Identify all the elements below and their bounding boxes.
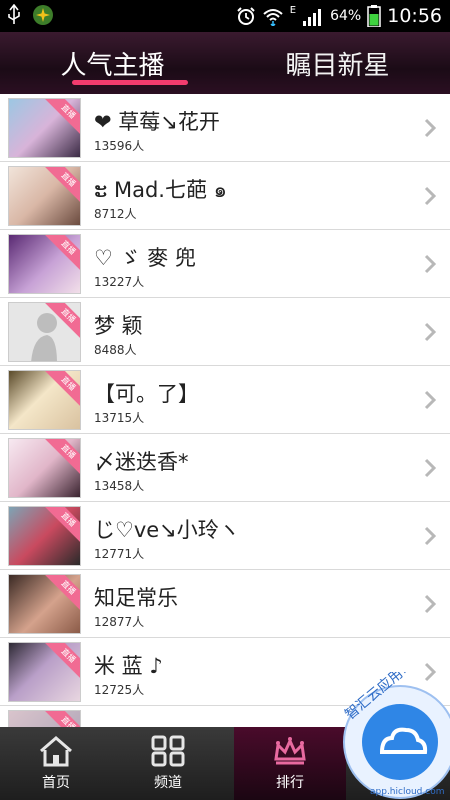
host-name: ❤ 草莓↘花开 [94, 110, 220, 134]
chevron-right-icon [424, 254, 437, 274]
active-tab-indicator [72, 80, 188, 85]
chevron-right-icon [424, 322, 437, 342]
status-bar: E 64% 10:56 [0, 0, 450, 32]
host-name: 〆迷迭香* [94, 450, 189, 474]
avatar: 直播 [8, 506, 81, 566]
viewer-count: 8712人 [94, 207, 137, 221]
nav-home-label: 首页 [42, 775, 70, 791]
viewer-count: 12725人 [94, 683, 145, 697]
grid-icon [151, 735, 185, 767]
wifi-icon [263, 9, 283, 26]
signal-icon [303, 9, 322, 26]
alarm-icon [237, 7, 255, 25]
chevron-right-icon [424, 186, 437, 206]
avatar: 直播 [8, 710, 81, 727]
home-icon [40, 736, 72, 767]
clock: 10:56 [387, 5, 442, 27]
list-item[interactable]: 直播 ະ Mad.七葩 ๑ 8712人 [0, 162, 450, 230]
chevron-right-icon [424, 526, 437, 546]
nav-home[interactable]: 首页 [0, 727, 112, 800]
svg-text:app.hicloud.com: app.hicloud.com [370, 787, 444, 797]
watermark-badge: 智汇云应用市场 app.hicloud.com [342, 672, 450, 799]
avatar: 直播 [8, 642, 81, 702]
list-item[interactable]: 直播 ♡ ゞ 麥 兜 13227人 [0, 230, 450, 298]
host-name: ♡ ゞ 麥 兜 [94, 246, 196, 270]
usb-icon [8, 4, 20, 24]
viewer-count: 8488人 [94, 343, 137, 357]
chevron-right-icon [424, 390, 437, 410]
chevron-right-icon [424, 118, 437, 138]
host-name: 【可。了】 [94, 382, 199, 406]
nav-channels[interactable]: 频道 [112, 727, 224, 800]
host-name: 梦 颖 [94, 314, 143, 338]
viewer-count: 13227人 [94, 275, 145, 289]
avatar: 直播 [8, 438, 81, 498]
list-item[interactable]: 直播 梦 颖 8488人 [0, 298, 450, 366]
battery-percent: 64% [330, 8, 362, 24]
avatar: 直播 [8, 98, 81, 158]
avatar: 直播 [8, 166, 81, 226]
tab-rising-stars[interactable]: 瞩目新星 [225, 32, 450, 94]
list-item[interactable]: 直播 じ♡ve↘小玲ヽ 12771人 [0, 502, 450, 570]
host-name: ະ Mad.七葩 ๑ [94, 178, 227, 202]
battery-icon [367, 5, 381, 27]
nav-channels-label: 频道 [154, 775, 182, 791]
list-item[interactable]: 直播 〆迷迭香* 13458人 [0, 434, 450, 502]
chevron-right-icon [424, 458, 437, 478]
viewer-count: 13596人 [94, 139, 145, 153]
avatar: 直播 [8, 302, 81, 362]
app-icon [33, 5, 53, 25]
list-item[interactable]: 直播 【可。了】 13715人 [0, 366, 450, 434]
host-name: 知足常乐 [94, 586, 178, 610]
tab-bar: 人气主播 瞩目新星 [0, 32, 450, 94]
viewer-count: 12877人 [94, 615, 145, 629]
host-name: じ♡ve↘小玲ヽ [94, 518, 240, 542]
viewer-count: 13458人 [94, 479, 145, 493]
host-list: 直播 ❤ 草莓↘花开 13596人 直播 ະ Mad.七葩 ๑ 8712人 直播… [0, 94, 450, 727]
crown-icon [274, 737, 306, 765]
list-item[interactable]: 直播 知足常乐 12877人 [0, 570, 450, 638]
chevron-right-icon [424, 594, 437, 614]
avatar: 直播 [8, 370, 81, 430]
list-item[interactable]: 直播 ❤ 草莓↘花开 13596人 [0, 94, 450, 162]
viewer-count: 13715人 [94, 411, 145, 425]
avatar: 直播 [8, 574, 81, 634]
network-type: E [289, 4, 297, 16]
host-name: 米 蓝 ♪ [94, 654, 163, 678]
avatar: 直播 [8, 234, 81, 294]
viewer-count: 12771人 [94, 547, 145, 561]
